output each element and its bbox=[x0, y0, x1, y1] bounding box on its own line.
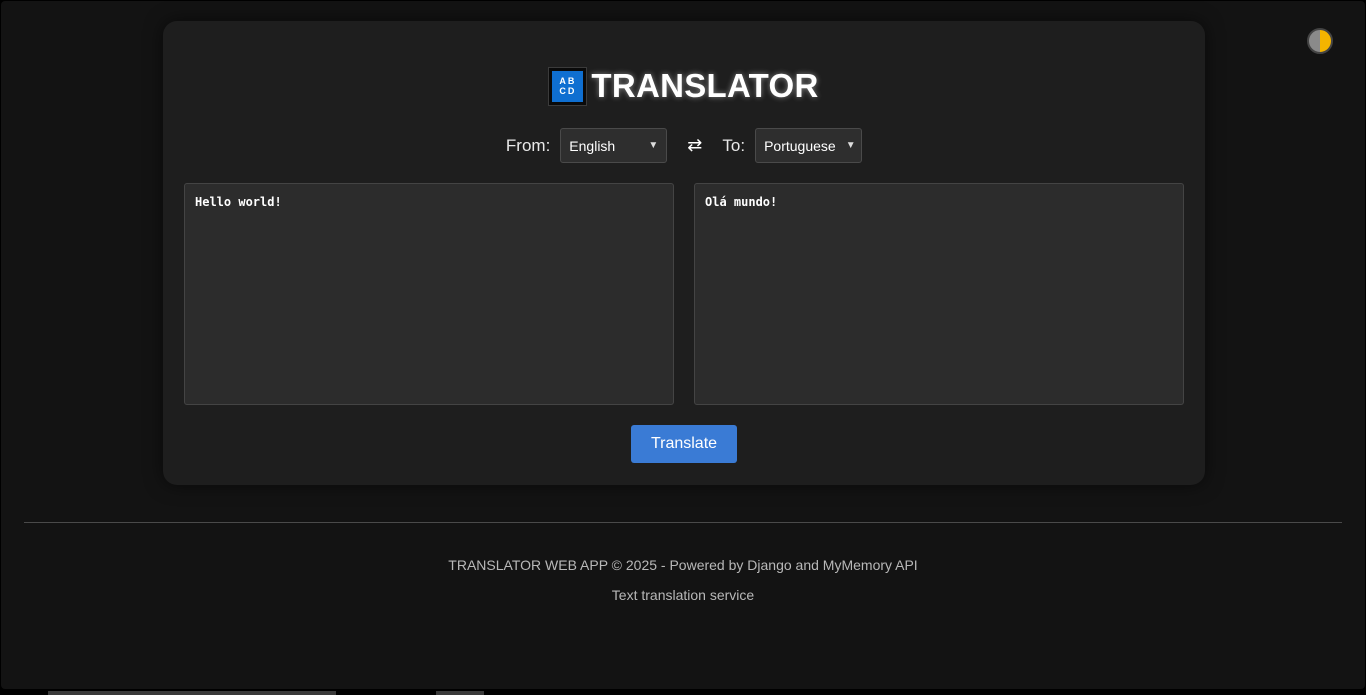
from-label: From: bbox=[505, 135, 551, 155]
page-background: AB CD TRANSLATOR From: English ▼ ⇄ To: P… bbox=[1, 1, 1365, 689]
to-label: To: bbox=[722, 135, 746, 155]
from-language-value: English bbox=[569, 137, 616, 154]
abcd-logo-icon: AB CD bbox=[548, 66, 588, 106]
logo-letters-bottom: CD bbox=[559, 86, 577, 96]
language-selector-row: From: English ▼ ⇄ To: Portuguese ▼ bbox=[163, 128, 1205, 163]
footer-credits: TRANSLATOR WEB APP © 2025 - Powered by D… bbox=[448, 557, 918, 573]
page-title: TRANSLATOR bbox=[591, 67, 819, 104]
footer-tagline: Text translation service bbox=[611, 587, 755, 603]
translate-button[interactable]: Translate bbox=[631, 425, 737, 463]
translator-card: AB CD TRANSLATOR From: English ▼ ⇄ To: P… bbox=[163, 21, 1205, 485]
footer-divider bbox=[24, 522, 1342, 523]
scrollbar-segment bbox=[48, 691, 336, 695]
to-language-value: Portuguese bbox=[764, 137, 836, 154]
header: AB CD TRANSLATOR bbox=[163, 66, 1205, 106]
source-text-input[interactable]: Hello world! bbox=[184, 183, 674, 405]
chevron-down-icon: ▼ bbox=[845, 140, 856, 151]
translated-text-output[interactable]: Olá mundo! bbox=[694, 183, 1184, 405]
to-language-select[interactable]: Portuguese ▼ bbox=[755, 128, 863, 163]
swap-arrows-icon[interactable]: ⇄ bbox=[687, 135, 702, 156]
chevron-down-icon: ▼ bbox=[648, 140, 659, 151]
theme-toggle-icon[interactable] bbox=[1307, 28, 1333, 54]
from-language-select[interactable]: English ▼ bbox=[560, 128, 668, 163]
logo-letters-top: AB bbox=[559, 76, 577, 86]
scrollbar-segment bbox=[436, 691, 484, 695]
